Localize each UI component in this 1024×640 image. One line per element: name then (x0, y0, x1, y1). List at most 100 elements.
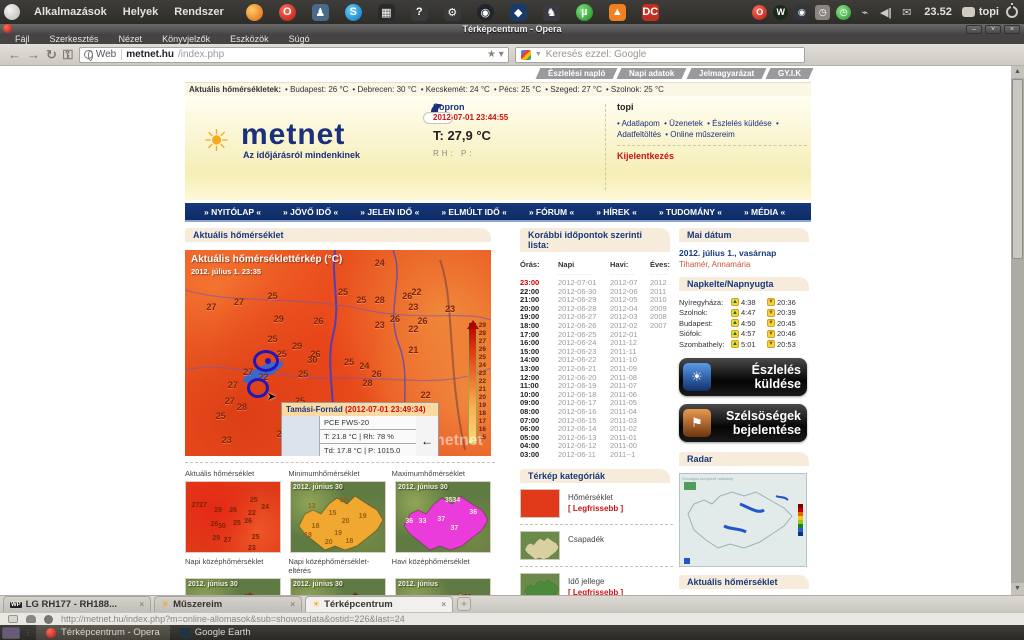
logout-link[interactable]: Kijelentkezés (617, 151, 807, 161)
site-tab[interactable]: Napi adatok (617, 68, 687, 79)
taskbar-window[interactable]: Térképcentrum - Opera (36, 625, 170, 640)
category-item[interactable]: Hőmérséklet [ Legfrissebb ] (520, 489, 673, 518)
show-desktop-button[interactable] (2, 627, 20, 639)
tray-volume-icon[interactable]: ◀| (878, 5, 893, 20)
site-tab[interactable]: Jelmagyarázat (686, 68, 766, 79)
map-thumbnail[interactable]: 2012. június212022211922222122 (395, 578, 491, 595)
back-button[interactable]: ← (8, 48, 21, 62)
minimize-button[interactable]: ‒ (966, 25, 982, 34)
scroll-down-arrow[interactable]: ▼ (1011, 583, 1024, 595)
firefox-icon[interactable] (246, 4, 263, 21)
tray-steam-icon[interactable]: ◉ (794, 5, 809, 20)
nav-elmúlt-idő[interactable]: » ELMÚLT IDŐ « (432, 207, 516, 217)
panel-user-menu[interactable]: topi (962, 6, 999, 18)
map-thumbnail[interactable]: 2012. június 3034353637363337 (395, 481, 491, 553)
tab-close-button[interactable]: × (139, 600, 144, 609)
site-logo[interactable]: ☀ metnet Az időjárásról mindenkinek (207, 118, 360, 160)
page-scrollbar[interactable]: ▲ ▼ (1011, 66, 1024, 595)
panel-menu-helyek[interactable]: Helyek (115, 0, 166, 24)
year-link[interactable] (650, 399, 673, 408)
menu-eszközök[interactable]: Eszközök (221, 34, 278, 44)
forward-button[interactable]: → (27, 48, 40, 62)
category-label[interactable]: Hőmérséklet (568, 493, 623, 502)
browser-tab[interactable]: WPLG RH177 - RH188...× (3, 596, 151, 612)
nav-tudomány[interactable]: » TUDOMÁNY « (650, 207, 731, 217)
nav-jövő-idő[interactable]: » JÖVŐ IDŐ « (274, 207, 347, 217)
dc-icon[interactable]: DC (642, 4, 659, 21)
category-label[interactable]: Csapadék (568, 535, 604, 544)
reload-button[interactable]: ↻ (46, 48, 57, 62)
site-tab[interactable]: GY.I.K (765, 68, 813, 79)
year-link[interactable] (650, 417, 673, 426)
distro-menu-icon[interactable] (4, 4, 20, 20)
menu-nézet[interactable]: Nézet (110, 34, 152, 44)
key-icon[interactable]: ⚿ (63, 48, 73, 62)
tray-mail-icon[interactable]: ✉ (899, 5, 914, 20)
vlc-icon[interactable]: ▲ (609, 4, 626, 21)
map-thumbnail[interactable]: 2012. június 302326262727272827 (185, 578, 281, 595)
year-link[interactable] (650, 451, 673, 460)
year-link[interactable] (650, 356, 673, 365)
radar-map[interactable]: Országos kompozit radarkép (679, 473, 807, 567)
report-extremes-button[interactable]: ⚑ Szélsöségekbejelentése (679, 404, 807, 442)
tray-clock-badge-icon[interactable]: ◷ (815, 5, 830, 20)
skype-icon[interactable]: S (345, 4, 362, 21)
map-thumbnail[interactable]: 272729262522242630252629272523 (185, 481, 281, 553)
menu-fájl[interactable]: Fájl (6, 34, 39, 44)
panels-icon[interactable] (8, 615, 18, 623)
station-widget[interactable]: Sopron 2012-07-01 23:44:55 T: 27,9 °C RH… (433, 102, 593, 158)
browser-tab[interactable]: ☀Térképcentrum× (305, 596, 453, 612)
category-item[interactable]: Csapadék (520, 531, 673, 560)
category-thumbnail[interactable] (520, 573, 560, 595)
send-observation-button[interactable]: ☀ Észlelésküldése (679, 358, 807, 396)
nav-jelen-idő[interactable]: » JELEN IDŐ « (351, 207, 428, 217)
tab-close-button[interactable]: × (290, 600, 295, 609)
menu-könyvjelzők[interactable]: Könyvjelzők (153, 34, 219, 44)
year-link[interactable] (650, 442, 673, 451)
turbo-icon[interactable] (44, 615, 53, 624)
bookmark-star-icon[interactable]: ★ ▾ (487, 49, 504, 60)
users-icon[interactable]: ♟ (312, 4, 329, 21)
cube-icon[interactable]: ◆ (510, 4, 527, 21)
search-field[interactable]: ▼ Keresés ezzel: Google (515, 47, 805, 63)
tray-w-icon[interactable]: W (773, 5, 788, 20)
year-link[interactable] (650, 374, 673, 383)
menu-szerkesztés[interactable]: Szerkesztés (41, 34, 108, 44)
settings-icon[interactable]: ⚙ (444, 4, 461, 21)
tray-opera-icon[interactable]: O (752, 5, 767, 20)
restore-button[interactable]: ˅ (985, 25, 1001, 34)
hour-link[interactable]: 03:00 (520, 451, 558, 460)
tray-green-clock-icon[interactable]: ◷ (836, 5, 851, 20)
new-tab-button[interactable]: + (457, 597, 471, 611)
tray-plug-icon[interactable]: ⌁ (857, 5, 872, 20)
panel-menu-alkalmazások[interactable]: Alkalmazások (26, 0, 115, 24)
month-link[interactable]: 2011--1 (610, 451, 650, 460)
category-latest-link[interactable]: [ Legfrissebb ] (568, 504, 623, 513)
map-thumbnail[interactable]: 2012. június 30 (290, 578, 386, 595)
year-link[interactable] (650, 339, 673, 348)
year-link[interactable]: 2007 (650, 322, 673, 331)
year-link[interactable] (650, 365, 673, 374)
user-link[interactable]: • Üzenetek (664, 119, 705, 128)
nav-hírek[interactable]: » HÍREK « (587, 207, 646, 217)
mu-icon[interactable]: µ (576, 4, 593, 21)
opera-launcher-icon[interactable]: O (279, 4, 296, 21)
year-link[interactable] (650, 348, 673, 357)
category-thumbnail[interactable] (520, 489, 560, 518)
browser-tab[interactable]: ☀Műszereim× (154, 596, 302, 612)
year-link[interactable] (650, 391, 673, 400)
close-button[interactable]: × (1004, 25, 1020, 34)
nav-nyitólap[interactable]: » NYITÓLAP « (195, 207, 270, 217)
day-link[interactable]: 2012-06-11 (558, 451, 610, 460)
map-thumbnail[interactable]: 2012. június 3013161519201818192018 (290, 481, 386, 553)
nav-fórum[interactable]: » FÓRUM « (520, 207, 583, 217)
category-label[interactable]: Idő jellege (568, 577, 623, 586)
panel-menu-rendszer[interactable]: Rendszer (166, 0, 232, 24)
sync-cloud-icon[interactable] (26, 615, 36, 623)
tab-close-button[interactable]: × (441, 600, 446, 609)
year-link[interactable] (650, 425, 673, 434)
knight-icon[interactable]: ♞ (543, 4, 560, 21)
category-thumbnail[interactable] (520, 531, 560, 560)
package-icon[interactable]: ? (411, 4, 428, 21)
search-dropdown-arrow[interactable]: ▼ (535, 51, 542, 58)
